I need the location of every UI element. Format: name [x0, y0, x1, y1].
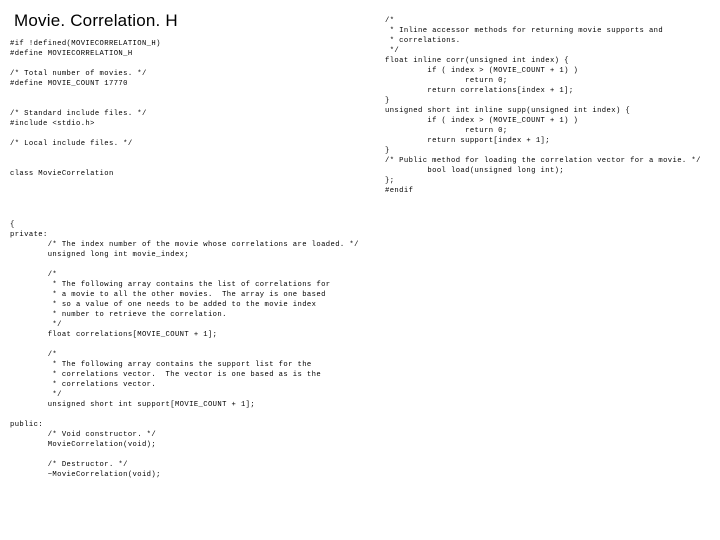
- slide-title: Movie. Correlation. H: [14, 10, 365, 31]
- code-right: /* * Inline accessor methods for returni…: [385, 16, 720, 196]
- right-column: /* * Inline accessor methods for returni…: [385, 16, 720, 196]
- code-left: #if !defined(MOVIECORRELATION_H) #define…: [10, 39, 365, 179]
- slide-container: Movie. Correlation. H #if !defined(MOVIE…: [10, 10, 710, 530]
- left-column: Movie. Correlation. H #if !defined(MOVIE…: [10, 10, 365, 179]
- code-bottom: { private: /* The index number of the mo…: [10, 220, 690, 480]
- bottom-section: { private: /* The index number of the mo…: [10, 220, 690, 480]
